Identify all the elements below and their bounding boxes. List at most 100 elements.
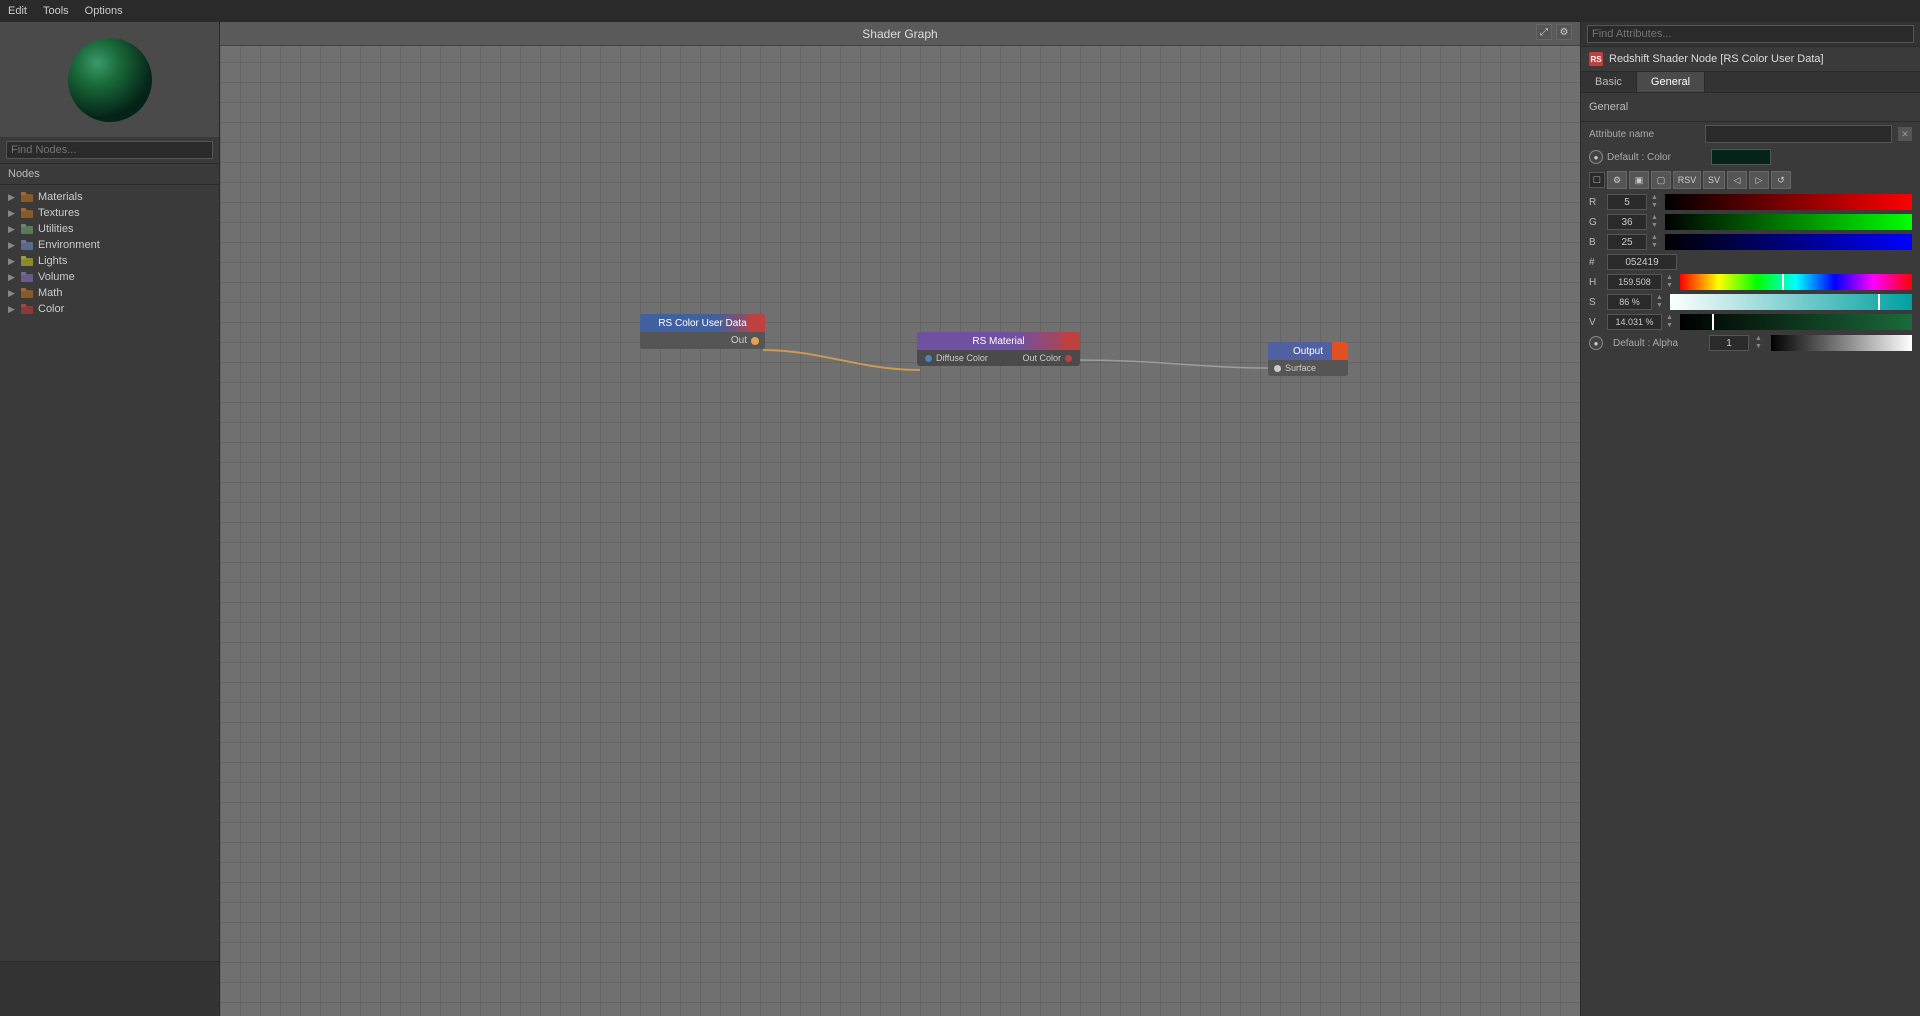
sphere-preview: [65, 35, 155, 125]
v-value-box[interactable]: 14.031 %: [1607, 314, 1662, 330]
h-slider[interactable]: [1680, 274, 1912, 290]
left-panel: Nodes ▶ Materials ▶ Textures: [0, 22, 220, 1016]
node-rs-material-header: RS Material: [917, 332, 1080, 350]
color-tool-2[interactable]: ▢: [1651, 171, 1671, 189]
find-attributes-input[interactable]: [1587, 25, 1914, 43]
g-slider[interactable]: [1665, 214, 1912, 230]
arrow-icon: ▶: [8, 256, 16, 267]
sidebar-item-volume[interactable]: ▶ Volume: [0, 269, 219, 285]
folder-icon: [21, 288, 33, 298]
color-tool-sv[interactable]: SV: [1703, 171, 1725, 189]
find-nodes-input[interactable]: [6, 141, 213, 159]
h-arrows[interactable]: ▲▼: [1666, 274, 1676, 290]
folder-icon: [21, 224, 33, 234]
node-info-row: RS Redshift Shader Node [RS Color User D…: [1581, 47, 1920, 72]
color-swatch[interactable]: [1711, 149, 1771, 165]
out-color-port[interactable]: Out Color: [1022, 353, 1072, 363]
arrow-icon: ▶: [8, 224, 16, 235]
canvas-area[interactable]: Shader Graph ⤢ ⚙ RS Color User Data Out: [220, 22, 1580, 1016]
right-panel: RS Redshift Shader Node [RS Color User D…: [1580, 22, 1920, 1016]
v-slider[interactable]: [1680, 314, 1912, 330]
arrow-icon: ▶: [8, 288, 16, 299]
general-section: General: [1581, 93, 1920, 122]
node-color-user-data-header: RS Color User Data: [640, 314, 765, 332]
b-slider[interactable]: [1665, 234, 1912, 250]
b-arrows[interactable]: ▲▼: [1651, 234, 1661, 250]
node-output[interactable]: Output Surface: [1268, 342, 1348, 376]
color-tool-left[interactable]: ◁: [1727, 171, 1747, 189]
rs-node-icon: RS: [1589, 52, 1603, 66]
out-port[interactable]: [751, 337, 759, 345]
attr-name-clear-btn[interactable]: ✕: [1898, 127, 1912, 141]
folder-icon: [21, 240, 33, 250]
node-body: Out: [640, 332, 765, 349]
sidebar-item-color[interactable]: ▶ Color: [0, 301, 219, 317]
color-tool-1[interactable]: ▣: [1629, 171, 1649, 189]
v-channel-row: V 14.031 % ▲▼: [1581, 312, 1920, 332]
node-output-header: Output: [1268, 342, 1348, 360]
node-header-corner: [1062, 332, 1080, 350]
tab-general[interactable]: General: [1637, 72, 1705, 92]
menu-tools[interactable]: Tools: [43, 5, 69, 17]
b-channel-row: B 25 ▲▼: [1581, 232, 1920, 252]
arrow-icon: ▶: [8, 240, 16, 251]
s-channel-row: S 86 % ▲▼: [1581, 292, 1920, 312]
right-tabs: Basic General: [1581, 72, 1920, 93]
sidebar-item-utilities[interactable]: ▶ Utilities: [0, 221, 219, 237]
g-arrows[interactable]: ▲▼: [1651, 214, 1661, 230]
r-channel-row: R 5 ▲▼: [1581, 192, 1920, 212]
default-alpha-row: ● Default : Alpha 1 ▲▼: [1581, 332, 1920, 354]
canvas-fit-btn[interactable]: ⤢: [1536, 24, 1552, 40]
node-material-ports: Diffuse Color Out Color: [917, 350, 1080, 366]
default-alpha-circle-btn[interactable]: ●: [1589, 336, 1603, 350]
node-header-left: [640, 314, 648, 332]
alpha-slider[interactable]: [1771, 335, 1912, 351]
color-tool-sq[interactable]: □: [1589, 172, 1605, 188]
color-tools-row: □ ⚙ ▣ ▢ RSV SV ◁ ▷ ↺: [1581, 168, 1920, 192]
sidebar-item-lights[interactable]: ▶ Lights: [0, 253, 219, 269]
b-value-box[interactable]: 25: [1607, 234, 1647, 250]
search-bar: [0, 137, 219, 164]
alpha-value-box[interactable]: 1: [1709, 335, 1749, 351]
folder-icon: [21, 208, 33, 218]
color-tool-rsv[interactable]: RSV: [1673, 171, 1701, 189]
tab-basic[interactable]: Basic: [1581, 72, 1637, 92]
r-value-box[interactable]: 5: [1607, 194, 1647, 210]
g-channel-row: G 36 ▲▼: [1581, 212, 1920, 232]
default-color-circle-btn[interactable]: ●: [1589, 150, 1603, 164]
menu-edit[interactable]: Edit: [8, 5, 27, 17]
s-arrows[interactable]: ▲▼: [1656, 294, 1666, 310]
sidebar-item-materials[interactable]: ▶ Materials: [0, 189, 219, 205]
h-channel-row: H 159.508 ▲▼: [1581, 272, 1920, 292]
arrow-icon: ▶: [8, 272, 16, 283]
v-arrows[interactable]: ▲▼: [1666, 314, 1676, 330]
color-tool-right[interactable]: ▷: [1749, 171, 1769, 189]
sidebar-item-environment[interactable]: ▶ Environment: [0, 237, 219, 253]
attr-name-input[interactable]: [1705, 125, 1892, 143]
arrow-icon: ▶: [8, 192, 16, 203]
default-color-row: ● Default : Color: [1581, 146, 1920, 168]
sidebar-item-textures[interactable]: ▶ Textures: [0, 205, 219, 221]
node-rs-material[interactable]: RS Material Diffuse Color Out Color: [917, 332, 1080, 366]
hex-value-box[interactable]: 052419: [1607, 254, 1677, 270]
node-color-user-data[interactable]: RS Color User Data Out: [640, 314, 765, 349]
menu-options[interactable]: Options: [85, 5, 123, 17]
h-value-box[interactable]: 159.508: [1607, 274, 1662, 290]
g-value-box[interactable]: 36: [1607, 214, 1647, 230]
color-tool-reset[interactable]: ↺: [1771, 171, 1791, 189]
alpha-arrows[interactable]: ▲▼: [1755, 335, 1765, 351]
node-header-corner: [1332, 342, 1348, 360]
s-value-box[interactable]: 86 %: [1607, 294, 1652, 310]
sidebar-item-math[interactable]: ▶ Math: [0, 285, 219, 301]
color-tool-gear[interactable]: ⚙: [1607, 171, 1627, 189]
left-panel-bottom: [0, 961, 219, 1016]
canvas-settings-btn[interactable]: ⚙: [1556, 24, 1572, 40]
arrow-icon: ▶: [8, 304, 16, 315]
diffuse-port[interactable]: Diffuse Color: [925, 353, 988, 363]
r-arrows[interactable]: ▲▼: [1651, 194, 1661, 210]
folder-icon: [21, 304, 33, 314]
r-slider[interactable]: [1665, 194, 1912, 210]
node-tree: ▶ Materials ▶ Textures ▶: [0, 185, 219, 961]
menu-bar: Edit Tools Options: [0, 0, 1920, 22]
s-slider[interactable]: [1670, 294, 1912, 310]
